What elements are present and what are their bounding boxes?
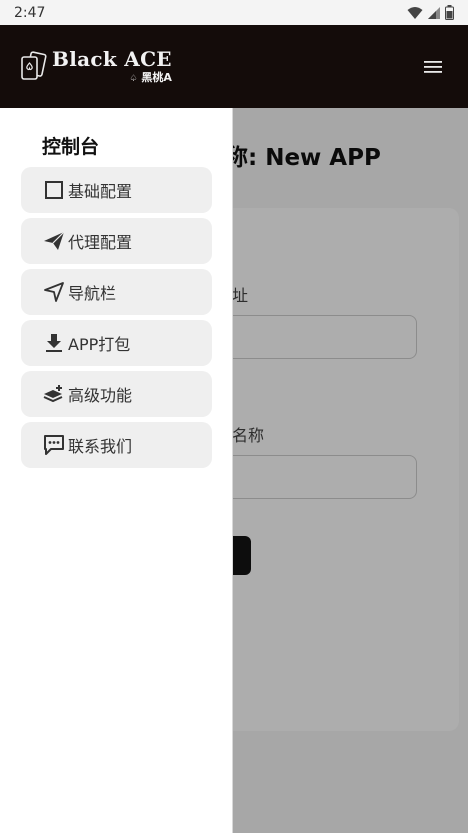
brand-sub: ♤ 黑桃A: [52, 71, 172, 84]
status-bar: 2:47: [0, 0, 468, 25]
download-icon: [43, 332, 65, 354]
layers-plus-icon: [43, 383, 65, 405]
brand-name: Black ACE: [52, 47, 172, 71]
navigation-icon: [43, 281, 65, 303]
drawer-item-advanced[interactable]: 高级功能: [21, 371, 212, 417]
square-icon: [43, 179, 65, 201]
drawer-item-basic-config[interactable]: 基础配置: [21, 167, 212, 213]
drawer-item-navbar[interactable]: 导航栏: [21, 269, 212, 315]
drawer-title: 控制台: [42, 136, 100, 158]
brand-text: Black ACE ♤ 黑桃A: [52, 49, 172, 84]
nav-drawer: 控制台 基础配置 代理配置 导航栏 APP打包 高级功能 联系我们: [0, 108, 233, 833]
drawer-item-label: 代理配置: [68, 233, 133, 252]
drawer-item-label: 高级功能: [68, 386, 133, 405]
battery-icon: [445, 5, 454, 20]
spade-icon: ♤: [129, 74, 138, 84]
drawer-item-proxy-config[interactable]: 代理配置: [21, 218, 212, 264]
drawer-item-label: APP打包: [68, 335, 131, 354]
wifi-icon: [407, 6, 423, 19]
brand-sub-text: 黑桃A: [141, 71, 172, 84]
screen: 2:47 Black ACE ♤ 黑桃A 称: New APP 址 名称 控制台…: [0, 0, 468, 833]
paper-plane-icon: [43, 230, 65, 252]
drawer-item-label: 基础配置: [68, 182, 133, 201]
hamburger-icon: [424, 60, 442, 73]
brand-logo[interactable]: Black ACE ♤ 黑桃A: [20, 49, 172, 84]
signal-icon: [428, 6, 440, 19]
hamburger-menu-button[interactable]: [420, 54, 446, 80]
status-time: 2:47: [14, 4, 46, 21]
drawer-item-app-packaging[interactable]: APP打包: [21, 320, 212, 366]
playing-cards-icon: [21, 50, 47, 80]
app-header: Black ACE ♤ 黑桃A: [0, 25, 468, 108]
status-icons: [407, 5, 454, 20]
drawer-item-label: 联系我们: [68, 437, 133, 456]
drawer-item-contact-us[interactable]: 联系我们: [21, 422, 212, 468]
drawer-item-label: 导航栏: [68, 284, 117, 303]
chat-icon: [43, 434, 65, 456]
